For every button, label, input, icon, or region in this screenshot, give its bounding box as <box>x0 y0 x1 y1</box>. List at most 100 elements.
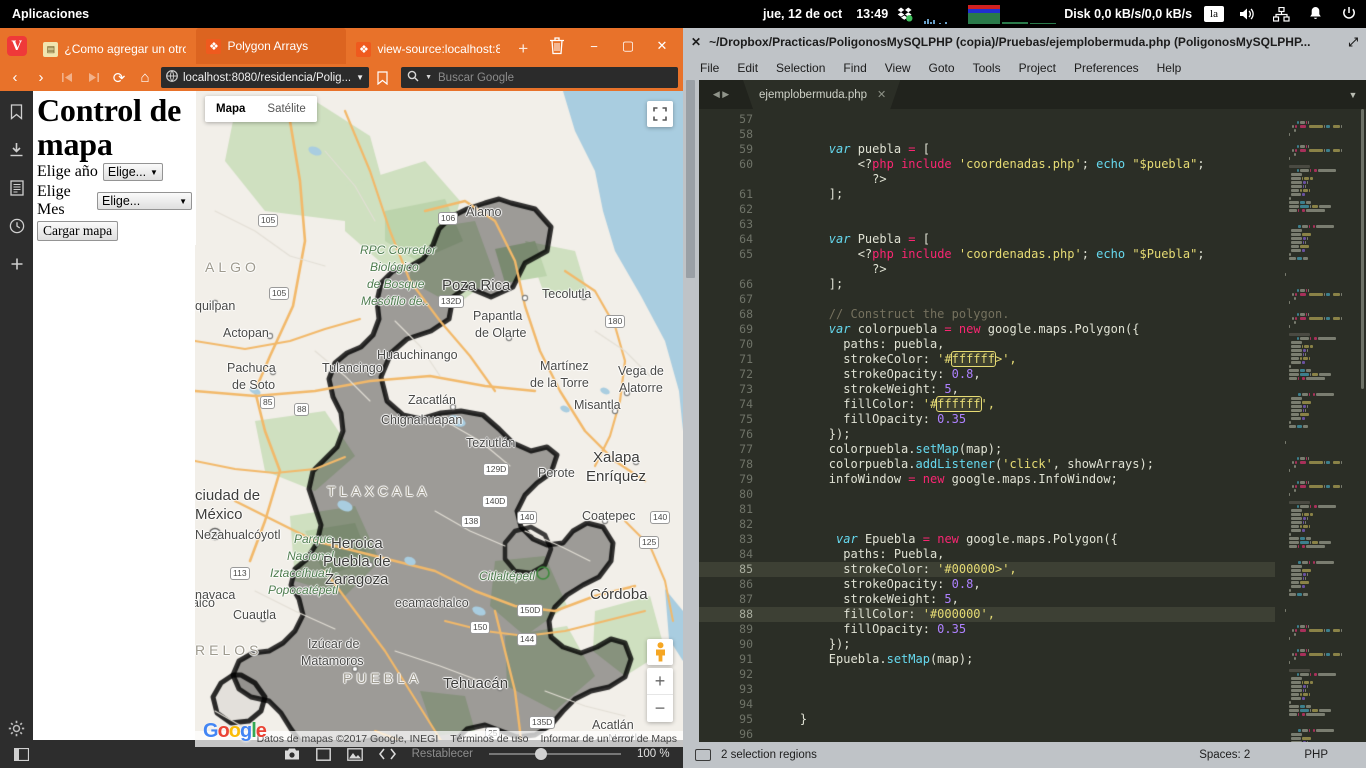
year-select[interactable]: Elige... ▼ <box>102 163 163 182</box>
code-line[interactable]: strokeOpacity: 0.8, <box>763 577 1275 592</box>
sidebar-toggle-icon[interactable] <box>695 749 711 761</box>
zoom-slider-knob[interactable] <box>535 748 547 760</box>
browser-tab-2[interactable]: ❖ view-source:localhost:8 <box>346 34 509 64</box>
code-line[interactable]: strokeWeight: 5, <box>763 382 1275 397</box>
window-close-button[interactable]: ✕ <box>645 29 679 63</box>
forward-button[interactable]: › <box>28 65 54 91</box>
close-icon[interactable]: ✕ <box>691 35 701 49</box>
code-line[interactable]: }); <box>763 637 1275 652</box>
menu-goto[interactable]: Goto <box>920 61 964 75</box>
volume-icon[interactable] <box>1230 0 1264 28</box>
network-graph-icon[interactable] <box>922 3 968 25</box>
zoom-in-button[interactable]: + <box>647 668 673 695</box>
code-line[interactable]: fillOpacity: 0.35 <box>763 622 1275 637</box>
code-line[interactable] <box>763 127 1275 142</box>
editor-tab-ejemplobermuda[interactable]: ejemplobermuda.php ✕ <box>743 80 900 109</box>
window-minimize-button[interactable]: − <box>577 29 611 63</box>
search-engine-dropdown-icon[interactable]: ▼ <box>425 74 432 81</box>
code-line[interactable]: } <box>763 712 1275 727</box>
downloads-icon[interactable] <box>6 139 28 161</box>
notes-icon[interactable] <box>6 177 28 199</box>
google-map[interactable]: Mapa Satélite + − Google Datos de mapas … <box>195 91 683 747</box>
zoom-slider[interactable] <box>489 748 621 760</box>
notification-bell-icon[interactable] <box>1298 0 1332 28</box>
code-line[interactable]: var Epuebla = new google.maps.Polygon({ <box>763 532 1275 547</box>
syntax-status[interactable]: PHP <box>1304 749 1328 761</box>
keyboard-layout-indicator[interactable]: la <box>1204 6 1224 22</box>
code-line[interactable] <box>763 217 1275 232</box>
code-line[interactable]: <?php include 'coordenadas.php'; echo "$… <box>763 247 1275 262</box>
code-line[interactable]: ?> <box>763 172 1275 187</box>
code-line[interactable]: var puebla = [ <box>763 142 1275 157</box>
code-line[interactable] <box>763 697 1275 712</box>
developer-tools-icon[interactable] <box>378 748 396 760</box>
load-map-button[interactable]: Cargar mapa <box>37 221 119 242</box>
code-text-area[interactable]: var puebla = [ <?php include 'coordenada… <box>763 109 1275 742</box>
code-line[interactable]: ]; <box>763 277 1275 292</box>
fullscreen-icon[interactable] <box>647 101 673 127</box>
code-line[interactable]: paths: Puebla, <box>763 547 1275 562</box>
image-toggle-icon[interactable] <box>346 747 363 761</box>
code-editor[interactable]: 57 58 59 60 61 62 63 64 65 66 67 68 69 70 71 72 73 74 75 76… <box>699 109 1366 742</box>
rewind-button[interactable] <box>54 65 80 91</box>
chevron-down-icon[interactable]: ▼ <box>1340 80 1366 109</box>
menu-help[interactable]: Help <box>1148 61 1191 75</box>
new-tab-button[interactable]: + <box>510 34 537 64</box>
menu-edit[interactable]: Edit <box>728 61 767 75</box>
code-line[interactable]: Epuebla.setMap(map); <box>763 652 1275 667</box>
month-select[interactable]: Elige... ▼ <box>97 192 192 211</box>
code-line[interactable]: ]; <box>763 187 1275 202</box>
power-icon[interactable] <box>1332 0 1366 28</box>
code-line[interactable] <box>763 517 1275 532</box>
menu-file[interactable]: File <box>691 61 728 75</box>
code-line[interactable]: fillColor: '#000000', <box>763 607 1275 622</box>
code-line[interactable]: paths: puebla, <box>763 337 1275 352</box>
code-minimap[interactable] <box>1275 109 1366 742</box>
code-line[interactable]: var colorpuebla = new google.maps.Polygo… <box>763 322 1275 337</box>
browser-tab-1[interactable]: ❖ Polygon Arrays <box>196 28 347 64</box>
code-line[interactable] <box>763 202 1275 217</box>
browser-tab-0[interactable]: ▤ ¿Como agregar un otro <box>33 34 196 64</box>
dropbox-icon[interactable] <box>888 0 922 28</box>
home-button[interactable]: ⌂ <box>132 65 158 91</box>
code-line[interactable] <box>763 292 1275 307</box>
menu-tools[interactable]: Tools <box>964 61 1010 75</box>
code-line[interactable]: fillOpacity: 0.35 <box>763 412 1275 427</box>
code-line[interactable] <box>763 667 1275 682</box>
applications-menu[interactable]: Aplicaciones <box>0 7 101 21</box>
zoom-reset-label[interactable]: Restablecer <box>412 748 473 760</box>
code-line[interactable]: fillColor: '#ffffff', <box>763 396 1275 412</box>
code-line[interactable]: strokeWeight: 5, <box>763 592 1275 607</box>
menu-find[interactable]: Find <box>834 61 875 75</box>
bookmark-icon[interactable] <box>369 65 395 91</box>
zoom-out-button[interactable]: − <box>647 695 673 722</box>
history-icon[interactable] <box>6 215 28 237</box>
indentation-status[interactable]: Spaces: 2 <box>1199 749 1250 761</box>
vivaldi-logo-icon[interactable]: V <box>0 28 33 64</box>
settings-gear-icon[interactable] <box>6 717 28 739</box>
code-line[interactable] <box>763 727 1275 742</box>
code-line[interactable]: strokeColor: '#ffffff>', <box>763 351 1275 367</box>
menu-selection[interactable]: Selection <box>767 61 834 75</box>
menu-view[interactable]: View <box>876 61 920 75</box>
bookmarks-icon[interactable] <box>6 101 28 123</box>
close-tab-icon[interactable]: ✕ <box>877 88 886 101</box>
code-line[interactable]: infoWindow = new google.maps.InfoWindow; <box>763 472 1275 487</box>
code-line[interactable]: colorpuebla.setMap(map); <box>763 442 1275 457</box>
menu-preferences[interactable]: Preferences <box>1065 61 1148 75</box>
code-line[interactable]: strokeOpacity: 0.8, <box>763 367 1275 382</box>
code-line[interactable] <box>763 487 1275 502</box>
cpu-graph-icon[interactable] <box>968 3 1064 25</box>
address-input[interactable]: localhost:8080/residencia/Polig... ▼ <box>161 67 370 88</box>
reload-button[interactable]: ⟳ <box>106 65 132 91</box>
address-dropdown-icon[interactable]: ▼ <box>356 73 364 82</box>
code-line[interactable] <box>763 502 1275 517</box>
search-input[interactable]: ▼ Buscar Google <box>401 67 678 88</box>
menu-project[interactable]: Project <box>1010 61 1065 75</box>
vertical-scrollbar[interactable] <box>686 80 695 278</box>
fastforward-button[interactable] <box>80 65 106 91</box>
page-info-icon[interactable] <box>166 70 178 85</box>
maximize-icon[interactable]: ⤢ <box>1348 35 1358 50</box>
network-icon[interactable] <box>1264 0 1298 28</box>
code-line[interactable]: }); <box>763 427 1275 442</box>
